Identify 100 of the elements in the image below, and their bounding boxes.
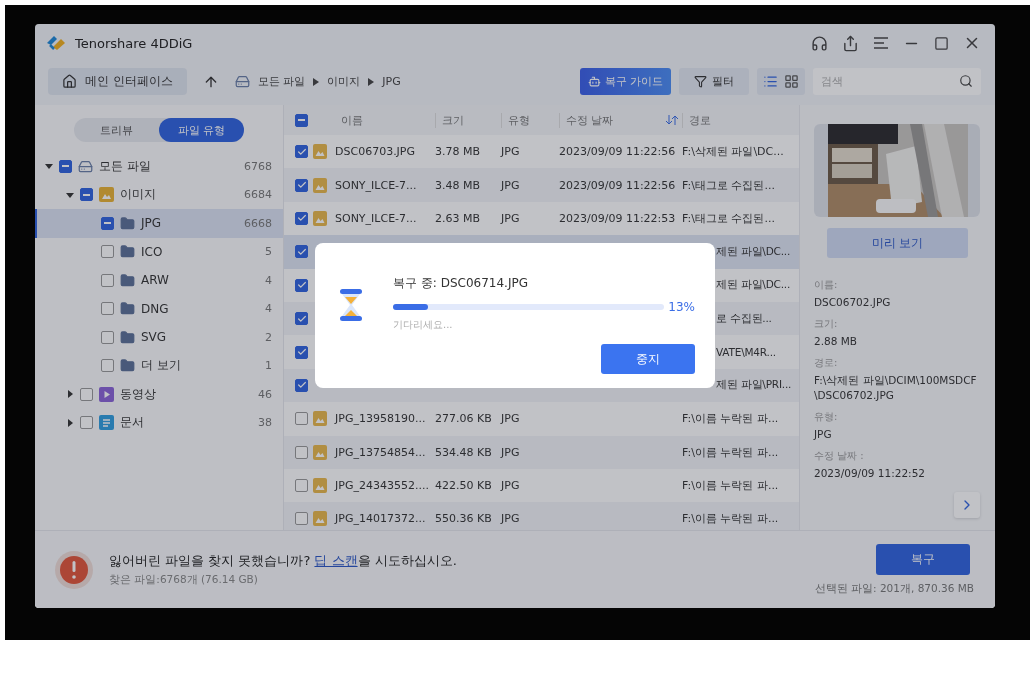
grid-view-icon[interactable] bbox=[784, 74, 799, 89]
switch-tab[interactable]: 트리뷰 bbox=[74, 118, 159, 142]
table-cell-text: JPG bbox=[501, 479, 521, 493]
checkbox[interactable] bbox=[295, 445, 308, 459]
table-cell-text: 제된 파일\PRI... bbox=[715, 378, 793, 393]
tree-item[interactable]: DNG 4 bbox=[35, 294, 283, 323]
checkbox[interactable] bbox=[295, 512, 308, 526]
breadcrumb-item[interactable]: 이미지 bbox=[327, 74, 361, 89]
folder-icon bbox=[120, 358, 135, 374]
breadcrumb-item[interactable]: JPG bbox=[382, 75, 401, 88]
deep-scan-link[interactable]: 딥 스캔 bbox=[314, 553, 358, 568]
checkbox[interactable] bbox=[295, 412, 308, 426]
switch-tab[interactable]: 파일 유형 bbox=[159, 118, 244, 142]
checkbox[interactable] bbox=[295, 113, 308, 127]
checkbox[interactable] bbox=[101, 273, 114, 287]
column-header[interactable]: 이름 bbox=[335, 112, 435, 128]
checkbox[interactable] bbox=[101, 216, 114, 230]
table-cell-text: F:\이름 누락된 파... bbox=[682, 511, 780, 527]
checkbox[interactable] bbox=[101, 359, 114, 373]
checkbox[interactable] bbox=[101, 245, 114, 259]
folder-icon bbox=[120, 272, 135, 288]
table-cell-text: 제된 파일\DC... bbox=[715, 278, 792, 293]
filter-button[interactable]: 필터 bbox=[679, 68, 749, 95]
checkbox[interactable] bbox=[295, 245, 308, 259]
checkbox[interactable] bbox=[295, 178, 308, 192]
checkbox[interactable] bbox=[80, 416, 93, 430]
tree-item[interactable]: 동영상 46 bbox=[35, 380, 283, 409]
maximize-icon[interactable] bbox=[934, 35, 949, 51]
checkbox[interactable] bbox=[295, 345, 308, 359]
share-icon[interactable] bbox=[842, 34, 859, 52]
image-file-icon bbox=[313, 511, 327, 527]
table-row[interactable]: SONY_ILCE-7... 3.48 MB JPG 2023/09/09 11:22:56 F:\태그로 수집된... bbox=[284, 168, 799, 202]
separator-icon bbox=[368, 77, 375, 86]
table-cell-text: F:\태그로 수집된... bbox=[682, 177, 776, 193]
table-cell-text: F:\이름 누락된 파... bbox=[682, 411, 780, 427]
checkbox[interactable] bbox=[295, 312, 308, 326]
checkbox[interactable] bbox=[295, 378, 308, 392]
caret-icon[interactable] bbox=[66, 418, 74, 427]
support-icon[interactable] bbox=[811, 34, 828, 52]
table-cell-text: VATE\M4R... bbox=[715, 346, 777, 359]
checkbox[interactable] bbox=[101, 302, 114, 316]
table-row[interactable]: JPG_14017372... 550.36 KB JPG F:\이름 누락된 파... bbox=[284, 502, 799, 530]
checkbox[interactable] bbox=[80, 188, 93, 202]
table-cell-text: 422.50 KB bbox=[435, 479, 493, 493]
checkbox[interactable] bbox=[295, 278, 308, 292]
caret-icon[interactable] bbox=[66, 190, 74, 199]
item-count: 2 bbox=[265, 330, 272, 344]
recover-button[interactable]: 복구 bbox=[876, 543, 970, 575]
tree-label: DNG bbox=[141, 301, 170, 316]
breadcrumb-item[interactable]: 모든 파일 bbox=[257, 74, 306, 89]
preview-button[interactable]: 미리 보기 bbox=[827, 228, 968, 258]
checkbox[interactable] bbox=[101, 330, 114, 344]
item-count: 4 bbox=[265, 302, 272, 316]
tree-item[interactable]: ICO 5 bbox=[35, 237, 283, 266]
drive-icon bbox=[78, 158, 93, 174]
caret-icon[interactable] bbox=[45, 162, 53, 171]
detail-value: 2023/09/09 11:22:52 bbox=[814, 465, 926, 481]
home-button[interactable]: 메인 인터페이스 bbox=[48, 68, 187, 95]
detail-label: 경로: bbox=[814, 356, 839, 371]
table-cell-text: 277.06 KB bbox=[435, 412, 493, 426]
column-header[interactable]: 수정 날짜 bbox=[559, 112, 682, 128]
item-count: 46 bbox=[258, 387, 272, 401]
tree-item[interactable]: ARW 4 bbox=[35, 266, 283, 295]
tree-item[interactable]: JPG 6668 bbox=[35, 209, 283, 238]
tree-item[interactable]: 이미지 6684 bbox=[35, 180, 283, 209]
stop-button[interactable]: 중지 bbox=[601, 344, 695, 374]
table-cell-text: DSC06703.JPG bbox=[335, 145, 417, 159]
caret-icon[interactable] bbox=[66, 390, 74, 399]
wait-text: 기다리세요... bbox=[393, 318, 454, 332]
detail-label: 이름: bbox=[814, 278, 839, 292]
tree-item[interactable]: 더 보기 1 bbox=[35, 351, 283, 380]
list-view-icon[interactable] bbox=[763, 74, 778, 89]
column-header[interactable]: 유형 bbox=[501, 112, 559, 128]
checkbox[interactable] bbox=[295, 211, 308, 225]
tree-label: 이미지 bbox=[120, 186, 157, 204]
checkbox[interactable] bbox=[80, 387, 93, 401]
table-cell-text: SONY_ILCE-7... bbox=[335, 178, 418, 192]
table-cell-text: 2.63 MB bbox=[435, 211, 482, 225]
checkbox[interactable] bbox=[295, 479, 308, 493]
guide-button[interactable]: 복구 가이드 bbox=[579, 68, 671, 95]
sort-icon[interactable] bbox=[666, 115, 678, 125]
tree-item[interactable]: 모든 파일 6768 bbox=[35, 152, 283, 181]
checkbox[interactable] bbox=[295, 145, 308, 159]
table-cell-text: 3.48 MB bbox=[435, 178, 482, 192]
tree-item[interactable]: SVG 2 bbox=[35, 323, 283, 352]
detail-value: F:\삭제된 파일\DCIM\100MSDCF \DSC06702.JPG bbox=[814, 373, 978, 402]
checkbox[interactable] bbox=[59, 159, 72, 173]
column-header[interactable]: 경로 bbox=[682, 112, 799, 128]
detail-label: 수정 날짜 : bbox=[814, 448, 865, 463]
table-cell-text: 2023/09/09 11:22:53 bbox=[559, 211, 677, 225]
column-header[interactable]: 크기 bbox=[435, 112, 501, 128]
tree-item[interactable]: 문서 38 bbox=[35, 408, 283, 437]
image-file-icon bbox=[313, 177, 327, 193]
video-icon bbox=[99, 386, 114, 402]
table-cell-text: 534.48 KB bbox=[435, 445, 493, 459]
menu-icon[interactable] bbox=[873, 36, 889, 50]
tree-label: SVG bbox=[141, 330, 168, 345]
table-row[interactable]: JPG_13754854... 534.48 KB JPG F:\이름 누락된 파... bbox=[284, 435, 799, 469]
search-icon[interactable] bbox=[959, 74, 973, 88]
image-file-icon bbox=[313, 444, 327, 460]
